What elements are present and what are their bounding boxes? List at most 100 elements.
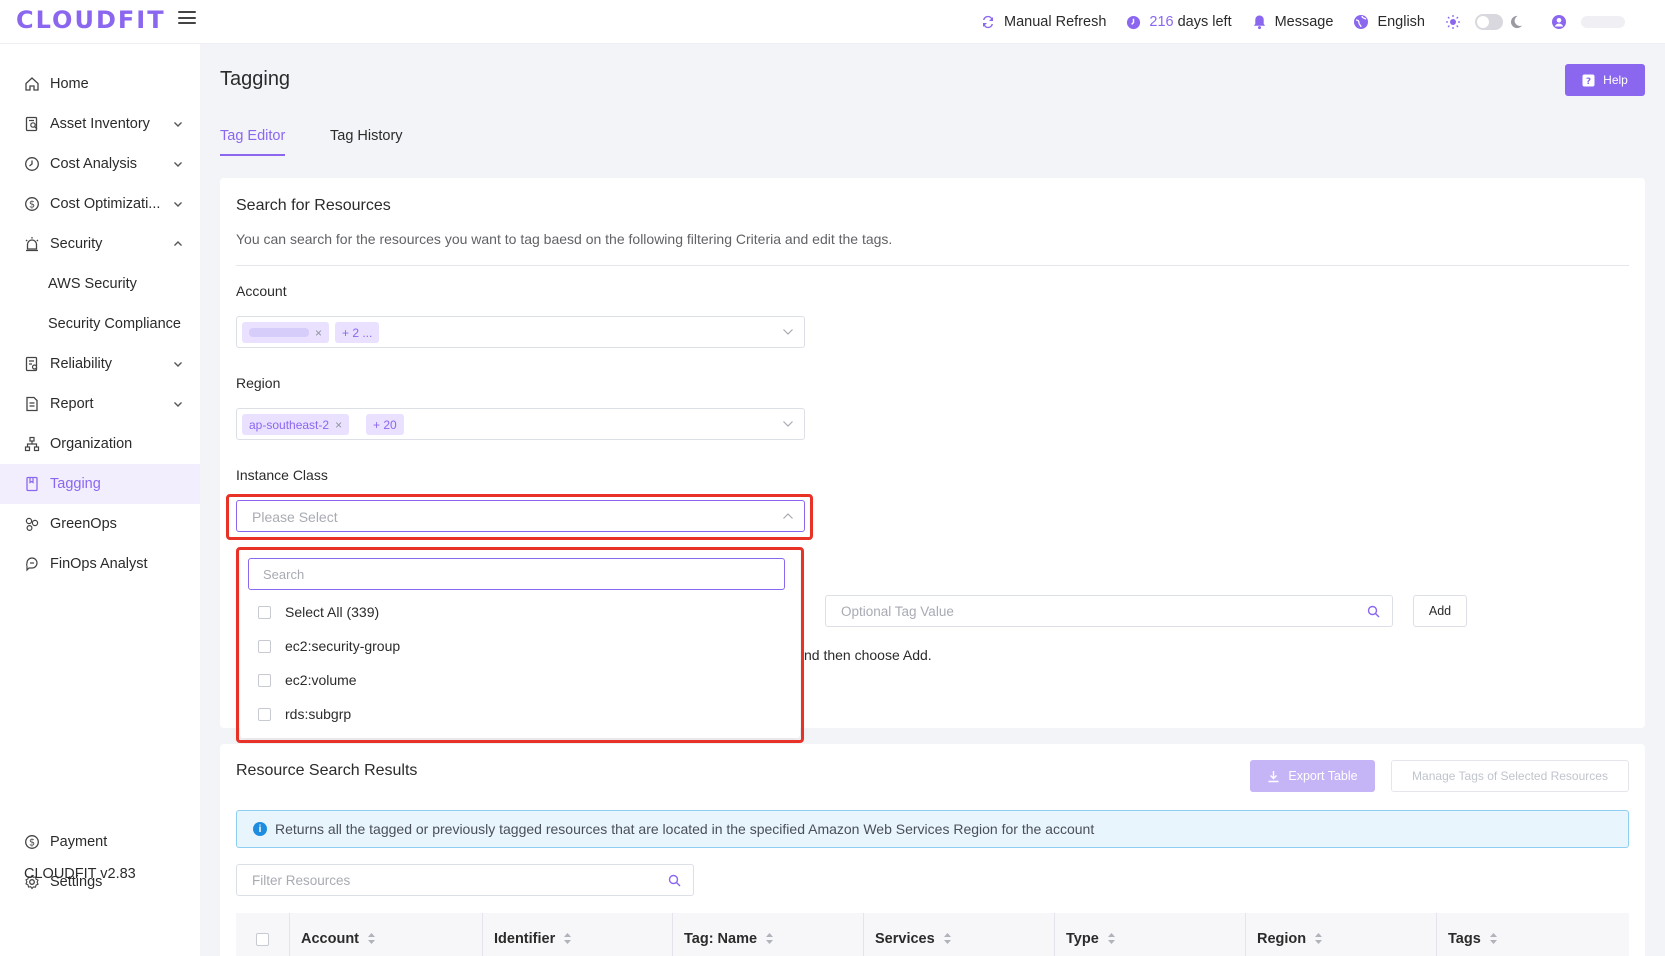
chevron-down-icon <box>174 202 182 207</box>
account-more-chip: + 2 ... <box>335 322 380 343</box>
svg-text:$: $ <box>28 200 34 211</box>
tab-tag-editor[interactable]: Tag Editor <box>220 120 286 156</box>
sort-icon[interactable] <box>1107 932 1116 945</box>
sidebar-item-label: Reliability <box>50 356 113 372</box>
sidebar-item-home[interactable]: Home <box>0 64 200 104</box>
page-title: Tagging <box>220 68 291 90</box>
language-label: English <box>1377 14 1425 30</box>
info-icon: i <box>253 822 267 836</box>
region-chip: ap-southeast-2 × <box>242 414 350 435</box>
column-header-label: Region <box>1257 930 1307 947</box>
sidebar-item-security-compliance[interactable]: Security Compliance <box>0 304 200 344</box>
sidebar-item-label: GreenOps <box>50 516 117 532</box>
inventory-icon <box>23 116 40 133</box>
chevron-up-icon <box>174 241 182 246</box>
days-left-indicator[interactable]: 216 days left <box>1126 14 1232 30</box>
results-table-header: Account Identifier Tag: Name Services Ty… <box>236 913 1629 956</box>
column-header-tag-name[interactable]: Tag: Name <box>672 913 774 956</box>
sort-icon[interactable] <box>1314 932 1323 945</box>
region-select[interactable]: ap-southeast-2 × + 20 <box>236 408 805 440</box>
column-header-services[interactable]: Services <box>863 913 952 956</box>
theme-toggle[interactable] <box>1475 14 1503 30</box>
remove-chip-icon[interactable]: × <box>315 326 322 340</box>
divider <box>236 265 1629 266</box>
user-menu[interactable] <box>1551 14 1625 30</box>
filter-resources-input[interactable]: Filter Resources <box>236 864 694 896</box>
sidebar-item-security[interactable]: Security <box>0 224 200 264</box>
chevron-down-icon <box>783 329 793 335</box>
sort-icon[interactable] <box>943 932 952 945</box>
account-label: Account <box>236 283 287 299</box>
tag-value-placeholder: Optional Tag Value <box>841 604 954 619</box>
chevron-down-icon <box>174 402 182 407</box>
manage-tags-button[interactable]: Manage Tags of Selected Resources <box>1391 760 1629 792</box>
column-header-region[interactable]: Region <box>1245 913 1323 956</box>
sidebar-item-tagging[interactable]: Tagging <box>0 464 200 504</box>
filter-resources-placeholder: Filter Resources <box>252 873 351 888</box>
sidebar-item-label: Home <box>50 76 89 92</box>
sidebar-item-label: Tagging <box>50 476 101 492</box>
sidebar-item-cost-analysis[interactable]: Cost Analysis <box>0 144 200 184</box>
app-logo: CLOUDFIT <box>16 6 166 34</box>
tab-tag-history[interactable]: Tag History <box>330 120 403 156</box>
sidebar: Home Asset Inventory Cost Analysis $ Cos… <box>0 44 200 956</box>
chevron-down-icon <box>783 421 793 427</box>
svg-text:$: $ <box>28 838 34 849</box>
sidebar-item-report[interactable]: Report <box>0 384 200 424</box>
app-version: CLOUDFIT v2.83 <box>24 866 136 882</box>
language-selector[interactable]: English <box>1353 14 1425 30</box>
dollar-icon: $ <box>23 196 40 213</box>
sort-icon[interactable] <box>765 932 774 945</box>
tag-value-input[interactable]: Optional Tag Value <box>825 595 1393 627</box>
refresh-icon <box>983 15 994 29</box>
sidebar-item-payment[interactable]: $ Payment <box>0 822 200 862</box>
sort-icon[interactable] <box>367 932 376 945</box>
results-title: Resource Search Results <box>236 762 418 779</box>
help-button[interactable]: ? Help <box>1565 64 1645 96</box>
analyst-icon <box>23 556 40 573</box>
column-header-account[interactable]: Account <box>289 913 376 956</box>
sidebar-item-label: Cost Optimizati... <box>50 196 161 212</box>
column-header-label: Type <box>1066 930 1099 947</box>
column-header-tags[interactable]: Tags <box>1436 913 1498 956</box>
instance-class-label: Instance Class <box>236 467 328 483</box>
remove-chip-icon[interactable]: × <box>335 418 342 432</box>
theme-switch[interactable] <box>1445 14 1531 30</box>
help-label: Help <box>1603 73 1628 87</box>
payment-icon: $ <box>23 834 40 851</box>
message-button[interactable]: Message <box>1252 14 1334 30</box>
region-chip-label: ap-southeast-2 <box>249 417 330 432</box>
select-all-checkbox[interactable] <box>256 933 269 946</box>
account-chip-redacted: × <box>242 322 330 343</box>
column-header-type[interactable]: Type <box>1054 913 1116 956</box>
menu-toggle-icon[interactable] <box>178 11 196 29</box>
sidebar-item-organization[interactable]: Organization <box>0 424 200 464</box>
results-card: Resource Search Results Export Table Man… <box>220 744 1645 956</box>
message-label: Message <box>1274 14 1334 30</box>
sidebar-item-reliability[interactable]: Reliability <box>0 344 200 384</box>
sort-icon[interactable] <box>563 932 572 945</box>
sidebar-item-asset-inventory[interactable]: Asset Inventory <box>0 104 200 144</box>
sidebar-item-finops-analyst[interactable]: FinOps Analyst <box>0 544 200 584</box>
account-select[interactable]: × + 2 ... <box>236 316 805 348</box>
manual-refresh-label: Manual Refresh <box>1004 14 1107 30</box>
sidebar-item-cost-optimization[interactable]: $ Cost Optimizati... <box>0 184 200 224</box>
sort-icon[interactable] <box>1489 932 1498 945</box>
chevron-down-icon <box>174 162 182 167</box>
sidebar-item-label: Security Compliance <box>48 316 181 332</box>
column-header-label: Services <box>875 930 935 947</box>
manual-refresh-button[interactable]: Manual Refresh <box>980 14 1106 30</box>
sidebar-item-label: AWS Security <box>48 276 137 292</box>
region-label: Region <box>236 375 281 391</box>
export-table-button[interactable]: Export Table <box>1250 760 1375 792</box>
highlight-box-dropdown <box>236 547 804 743</box>
chevron-down-icon <box>174 122 182 127</box>
column-header-identifier[interactable]: Identifier <box>482 913 572 956</box>
sidebar-item-aws-security[interactable]: AWS Security <box>0 264 200 304</box>
sidebar-item-label: Asset Inventory <box>50 116 150 132</box>
clock-icon <box>1127 15 1141 29</box>
sidebar-item-greenops[interactable]: GreenOps <box>0 504 200 544</box>
sidebar-item-label: FinOps Analyst <box>50 556 148 572</box>
home-icon <box>23 76 40 93</box>
add-tag-button[interactable]: Add <box>1413 595 1467 627</box>
